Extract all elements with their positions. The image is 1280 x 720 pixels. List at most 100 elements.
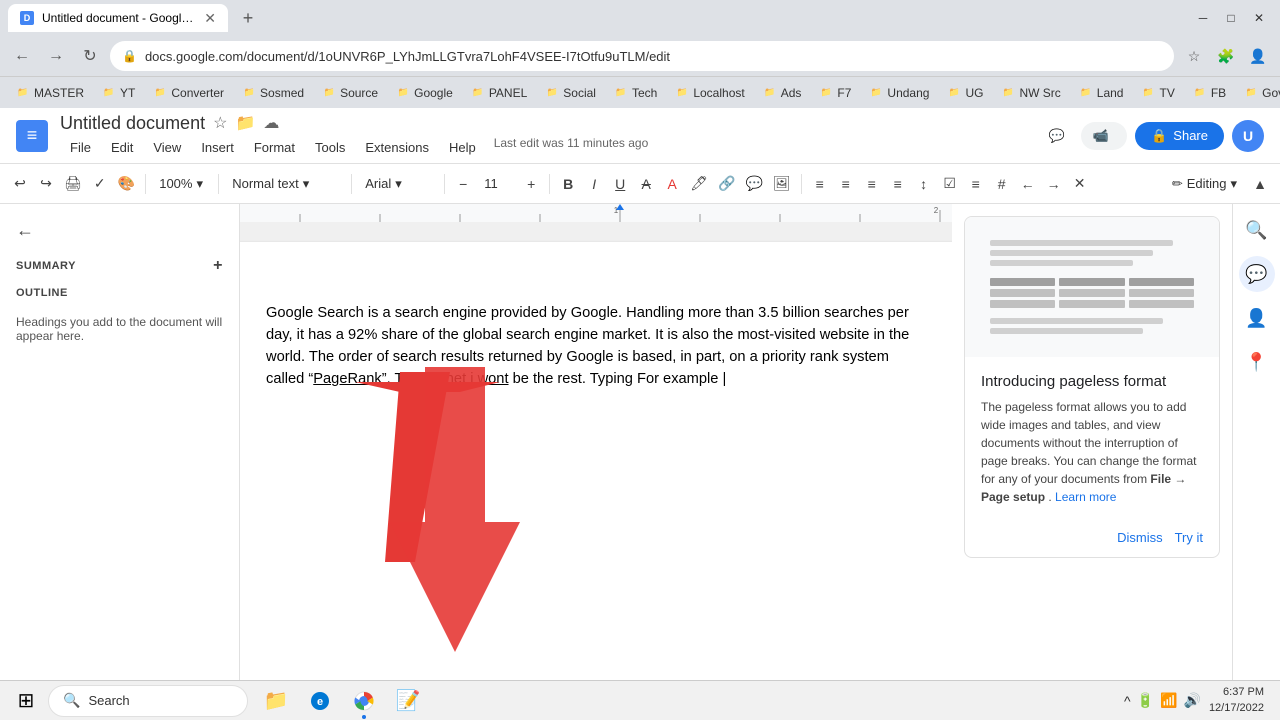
comment-button[interactable]: 💬 bbox=[1041, 120, 1073, 152]
docs-title[interactable]: Untitled document bbox=[60, 113, 205, 134]
minimize-button[interactable]: ─ bbox=[1190, 9, 1216, 27]
bookmark-ug[interactable]: 📁 UG bbox=[939, 83, 991, 103]
bullet-list-button[interactable]: ≡ bbox=[964, 170, 988, 198]
explore-button[interactable]: 🔍 bbox=[1239, 212, 1275, 248]
contacts-button[interactable]: 👤 bbox=[1239, 300, 1275, 336]
maps-button[interactable]: 📍 bbox=[1239, 344, 1275, 380]
underline-button[interactable]: U bbox=[608, 170, 632, 198]
bookmark-sosmed[interactable]: 📁 Sosmed bbox=[234, 83, 312, 103]
bookmark-ads[interactable]: 📁 Ads bbox=[755, 83, 810, 103]
dismiss-button[interactable]: Dismiss bbox=[1117, 530, 1163, 545]
close-button[interactable]: ✕ bbox=[1246, 9, 1272, 27]
folder-move-icon[interactable]: 📁 bbox=[235, 113, 255, 133]
bookmark-master[interactable]: 📁 MASTER bbox=[8, 83, 92, 103]
try-button[interactable]: Try it bbox=[1175, 530, 1203, 545]
strikethrough-button[interactable]: A bbox=[634, 170, 658, 198]
font-size-increase[interactable]: + bbox=[519, 170, 543, 198]
line-spacing-button[interactable]: ↕ bbox=[912, 170, 936, 198]
menu-help[interactable]: Help bbox=[439, 136, 486, 159]
bookmark-nwsrc[interactable]: 📁 NW Src bbox=[993, 83, 1068, 103]
menu-file[interactable]: File bbox=[60, 136, 101, 159]
docs-logo[interactable]: ≡ bbox=[16, 120, 48, 152]
docs-content[interactable]: Google Search is a search engine provide… bbox=[240, 222, 952, 720]
taskbar-chrome[interactable] bbox=[344, 681, 384, 720]
reload-button[interactable]: ↻ bbox=[76, 42, 104, 70]
checklist-button[interactable]: ☑ bbox=[938, 170, 962, 198]
font-size-select[interactable]: 11 bbox=[477, 170, 517, 198]
redo-button[interactable]: ↪ bbox=[34, 170, 58, 198]
spellcheck-button[interactable]: ✓ bbox=[88, 170, 112, 198]
doc-page[interactable]: Google Search is a search engine provide… bbox=[240, 242, 952, 720]
maximize-button[interactable]: □ bbox=[1218, 9, 1244, 27]
text-color-button[interactable]: A bbox=[660, 170, 684, 198]
menu-extensions[interactable]: Extensions bbox=[355, 136, 439, 159]
bookmark-google[interactable]: 📁 Google bbox=[388, 83, 461, 103]
align-right-button[interactable]: ≡ bbox=[860, 170, 884, 198]
bookmark-localhost[interactable]: 📁 Localhost bbox=[667, 83, 752, 103]
taskbar-edge[interactable]: e bbox=[300, 681, 340, 720]
menu-view[interactable]: View bbox=[143, 136, 191, 159]
increase-indent-button[interactable]: → bbox=[1042, 170, 1066, 198]
doc-paragraph[interactable]: Google Search is a search engine provide… bbox=[266, 302, 926, 390]
bookmark-social[interactable]: 📁 Social bbox=[537, 83, 604, 103]
taskbar-clock[interactable]: 6:37 PM 12/17/2022 bbox=[1209, 685, 1264, 716]
style-select[interactable]: Normal text ▾ bbox=[225, 170, 345, 198]
new-tab-button[interactable]: + bbox=[236, 6, 260, 30]
number-list-button[interactable]: # bbox=[990, 170, 1014, 198]
taskbar-notes[interactable]: 📝 bbox=[388, 681, 428, 720]
menu-insert[interactable]: Insert bbox=[191, 136, 244, 159]
sidebar-back-button[interactable]: ← bbox=[16, 220, 223, 241]
cloud-save-icon[interactable]: ☁ bbox=[263, 113, 279, 133]
pagerank-link[interactable]: PageRank bbox=[313, 371, 381, 387]
clear-format-button[interactable]: ✕ bbox=[1068, 170, 1092, 198]
chat-button[interactable]: 💬 bbox=[1239, 256, 1275, 292]
bookmark-undang[interactable]: 📁 Undang bbox=[861, 83, 937, 103]
italic-button[interactable]: I bbox=[582, 170, 606, 198]
taskbar-file-explorer[interactable]: 📁 bbox=[256, 681, 296, 720]
editing-mode-button[interactable]: ✏ Editing ▾ bbox=[1163, 171, 1246, 197]
bookmark-converter[interactable]: 📁 Converter bbox=[145, 83, 232, 103]
insert-image-button[interactable]: 🖼 bbox=[769, 170, 795, 198]
font-size-decrease[interactable]: − bbox=[451, 170, 475, 198]
undo-button[interactable]: ↩ bbox=[8, 170, 32, 198]
learn-more-link[interactable]: Learn more bbox=[1055, 490, 1116, 504]
bold-button[interactable]: B bbox=[556, 170, 580, 198]
link-button[interactable]: 🔗 bbox=[714, 170, 739, 198]
bookmark-tv[interactable]: 📁 TV bbox=[1133, 83, 1182, 103]
menu-tools[interactable]: Tools bbox=[305, 136, 355, 159]
profile-button[interactable]: 👤 bbox=[1244, 42, 1272, 70]
bookmark-tech[interactable]: 📁 Tech bbox=[606, 83, 665, 103]
bookmark-yt[interactable]: 📁 YT bbox=[94, 83, 143, 103]
menu-edit[interactable]: Edit bbox=[101, 136, 143, 159]
zoom-select[interactable]: 100% ▾ bbox=[152, 170, 212, 198]
extension-puzzle-button[interactable]: 🧩 bbox=[1212, 42, 1240, 70]
user-avatar[interactable]: U bbox=[1232, 120, 1264, 152]
paint-format-button[interactable]: 🎨 bbox=[114, 170, 139, 198]
star-icon[interactable]: ☆ bbox=[213, 113, 227, 133]
align-center-button[interactable]: ≡ bbox=[834, 170, 858, 198]
collapse-toolbar-button[interactable]: ▲ bbox=[1248, 170, 1272, 198]
back-button[interactable]: ← bbox=[8, 42, 36, 70]
bookmark-panel[interactable]: 📁 PANEL bbox=[463, 83, 535, 103]
align-left-button[interactable]: ≡ bbox=[808, 170, 832, 198]
chevron-up-icon[interactable]: ^ bbox=[1124, 693, 1131, 709]
justify-button[interactable]: ≡ bbox=[886, 170, 910, 198]
start-button[interactable]: ⊞ bbox=[8, 683, 44, 719]
tab-close-icon[interactable]: ✕ bbox=[204, 10, 216, 27]
bookmark-gov[interactable]: 📁 Gov bbox=[1236, 83, 1280, 103]
bookmark-fb[interactable]: 📁 FB bbox=[1185, 83, 1234, 103]
bookmark-land[interactable]: 📁 Land bbox=[1071, 83, 1132, 103]
browser-tab[interactable]: D Untitled document - Google Do... ✕ bbox=[8, 4, 228, 32]
font-select[interactable]: Arial ▾ bbox=[358, 170, 438, 198]
bookmark-star-button[interactable]: ☆ bbox=[1180, 42, 1208, 70]
comment-toolbar-button[interactable]: 💬 bbox=[741, 170, 766, 198]
sidebar-add-button[interactable]: + bbox=[213, 257, 223, 275]
share-button[interactable]: 🔒 Share bbox=[1135, 122, 1224, 150]
decrease-indent-button[interactable]: ← bbox=[1016, 170, 1040, 198]
forward-button[interactable]: → bbox=[42, 42, 70, 70]
taskbar-search[interactable]: 🔍 Search bbox=[48, 685, 248, 717]
print-button[interactable]: 🖨 bbox=[60, 170, 86, 198]
bookmark-f7[interactable]: 📁 F7 bbox=[811, 83, 859, 103]
bookmark-source[interactable]: 📁 Source bbox=[314, 83, 386, 103]
menu-format[interactable]: Format bbox=[244, 136, 305, 159]
